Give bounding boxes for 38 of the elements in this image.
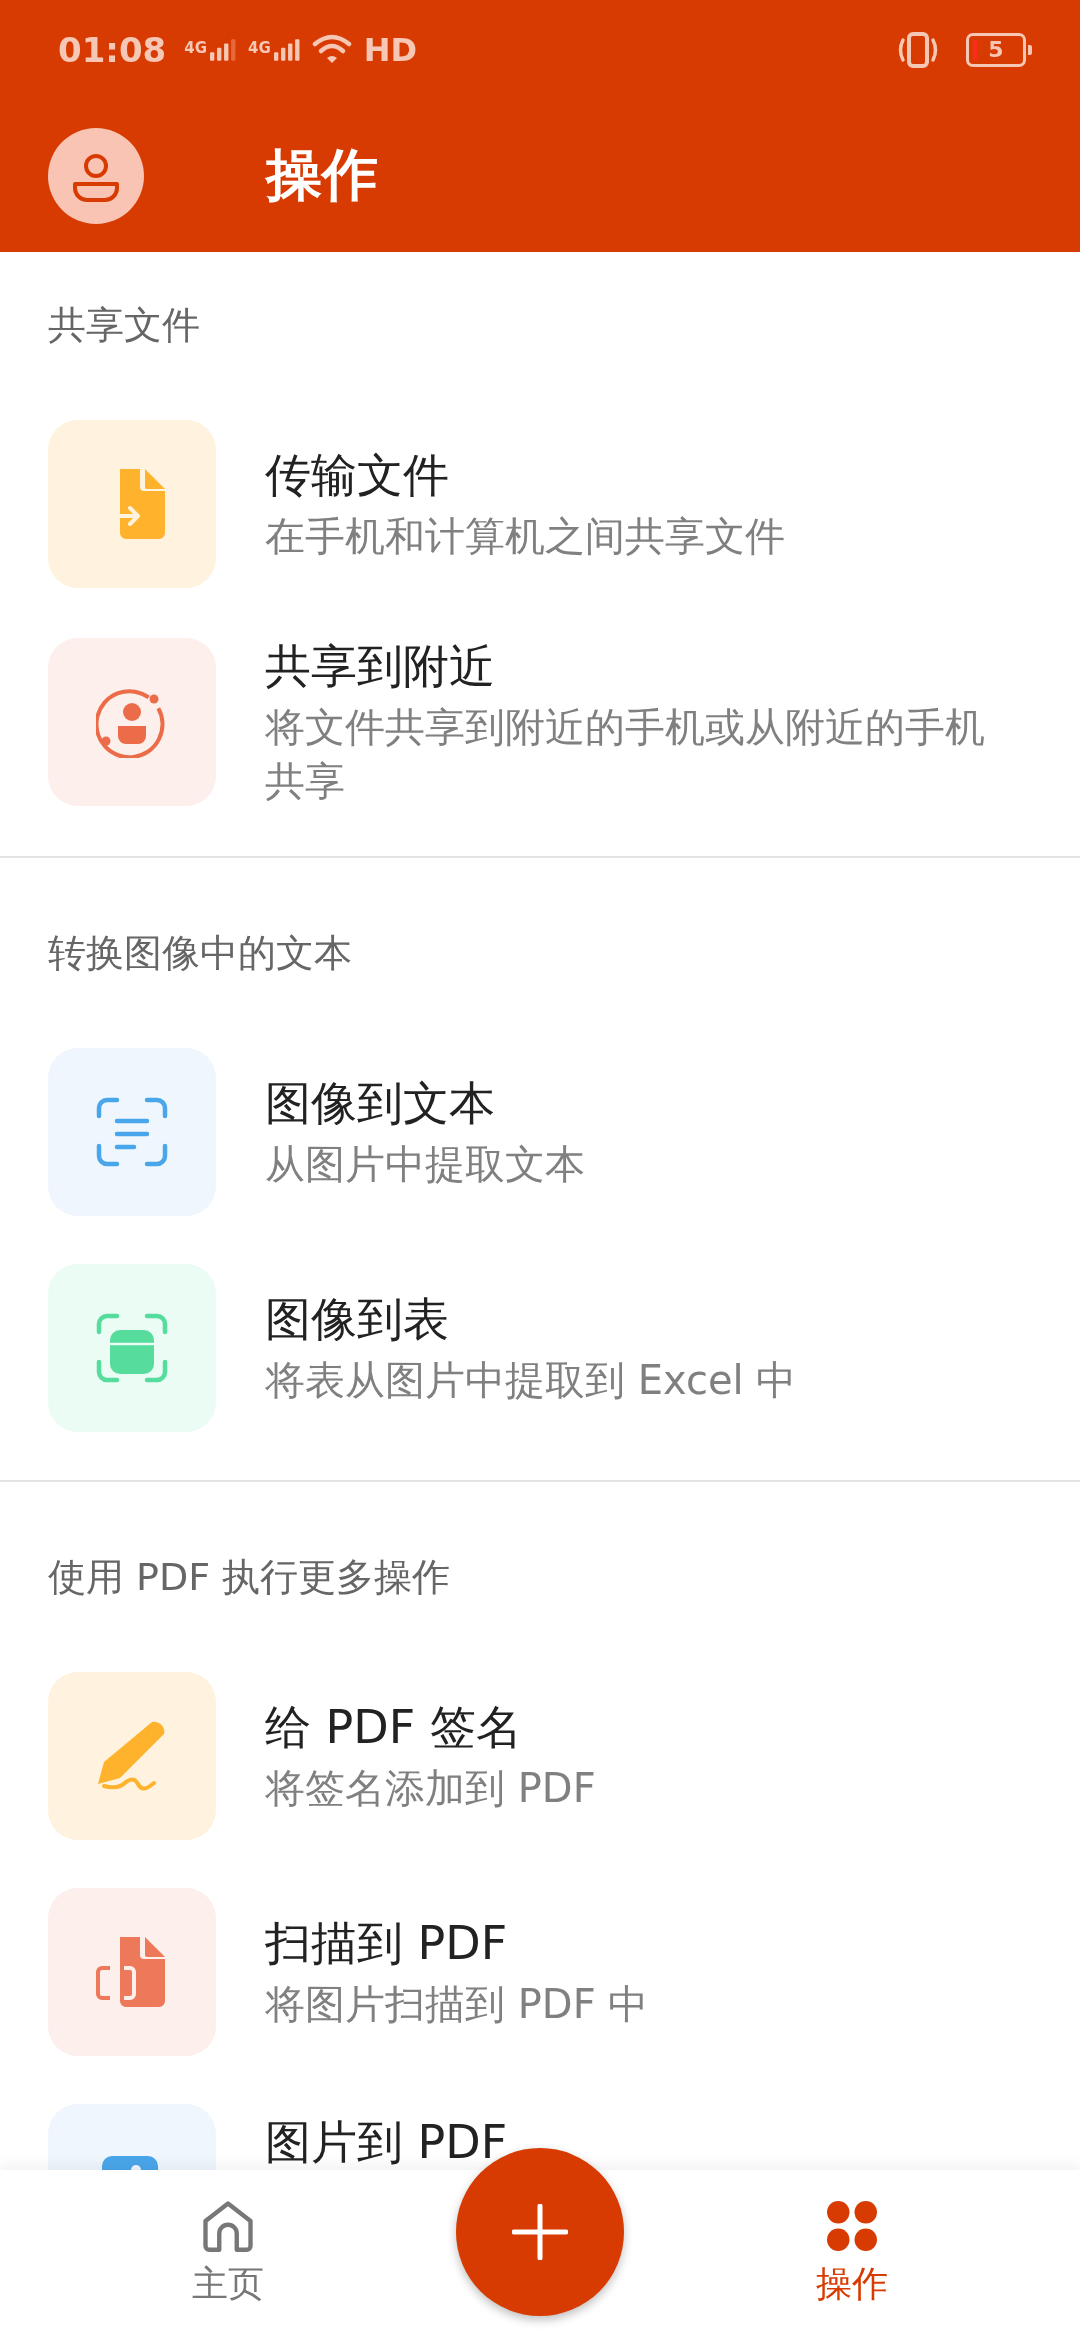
avatar-icon[interactable]	[48, 128, 144, 224]
item-description: 将签名添加到 PDF	[265, 1764, 596, 1813]
nav-tab[interactable]: 操作	[794, 2170, 910, 2340]
vibrate-icon	[896, 32, 940, 68]
item-description: 将表从图片中提取到 Excel 中	[265, 1356, 797, 1405]
document-scan-icon	[96, 1936, 168, 2008]
scan-text-icon	[96, 1096, 168, 1168]
signal-icon	[210, 39, 236, 61]
item-title: 图像到表	[265, 1291, 450, 1348]
item-title: 共享到附近	[265, 638, 496, 695]
wifi-icon	[311, 34, 352, 66]
network-type: 4G	[248, 39, 271, 57]
item-title: 给 PDF 签名	[265, 1699, 523, 1756]
plus-icon	[512, 2204, 568, 2260]
item-title: 扫描到 PDF	[265, 1915, 509, 1972]
network-type: 4G	[184, 39, 207, 57]
item-title: 传输文件	[265, 447, 450, 504]
hd-label: HD	[363, 31, 418, 69]
action-item[interactable]: 图像到表 将表从图片中提取到 Excel 中	[0, 1264, 1080, 1432]
item-description: 在手机和计算机之间共享文件	[265, 512, 785, 561]
item-description: 将图片扫描到 PDF 中	[265, 1980, 649, 2029]
section-heading: 转换图像中的文本	[47, 930, 353, 977]
status-time: 01:08	[58, 30, 167, 70]
item-description: 从图片中提取文本	[265, 1140, 585, 1189]
action-item[interactable]: 共享到附近 将文件共享到附近的手机或从附近的手机共享	[0, 636, 1080, 808]
page-title: 操作	[266, 141, 378, 209]
signal-icon	[273, 39, 300, 61]
item-description: 将文件共享到附近的手机或从附近的手机共享	[265, 703, 986, 806]
action-item[interactable]: 图像到文本 从图片中提取文本	[0, 1048, 1080, 1216]
section-heading: 使用 PDF 执行更多操作	[47, 1554, 452, 1601]
action-item[interactable]: 扫描到 PDF 将图片扫描到 PDF 中	[0, 1888, 1080, 2056]
nav-tab[interactable]: 主页	[170, 2170, 286, 2340]
action-item[interactable]: 给 PDF 签名 将签名添加到 PDF	[0, 1672, 1080, 1840]
action-item[interactable]: 传输文件 在手机和计算机之间共享文件	[0, 420, 1080, 588]
item-title: 图像到文本	[265, 1075, 496, 1132]
scan-table-icon	[96, 1312, 168, 1384]
section-heading: 共享文件	[47, 302, 201, 349]
item-title: 图片到 PDF	[265, 2118, 508, 2166]
